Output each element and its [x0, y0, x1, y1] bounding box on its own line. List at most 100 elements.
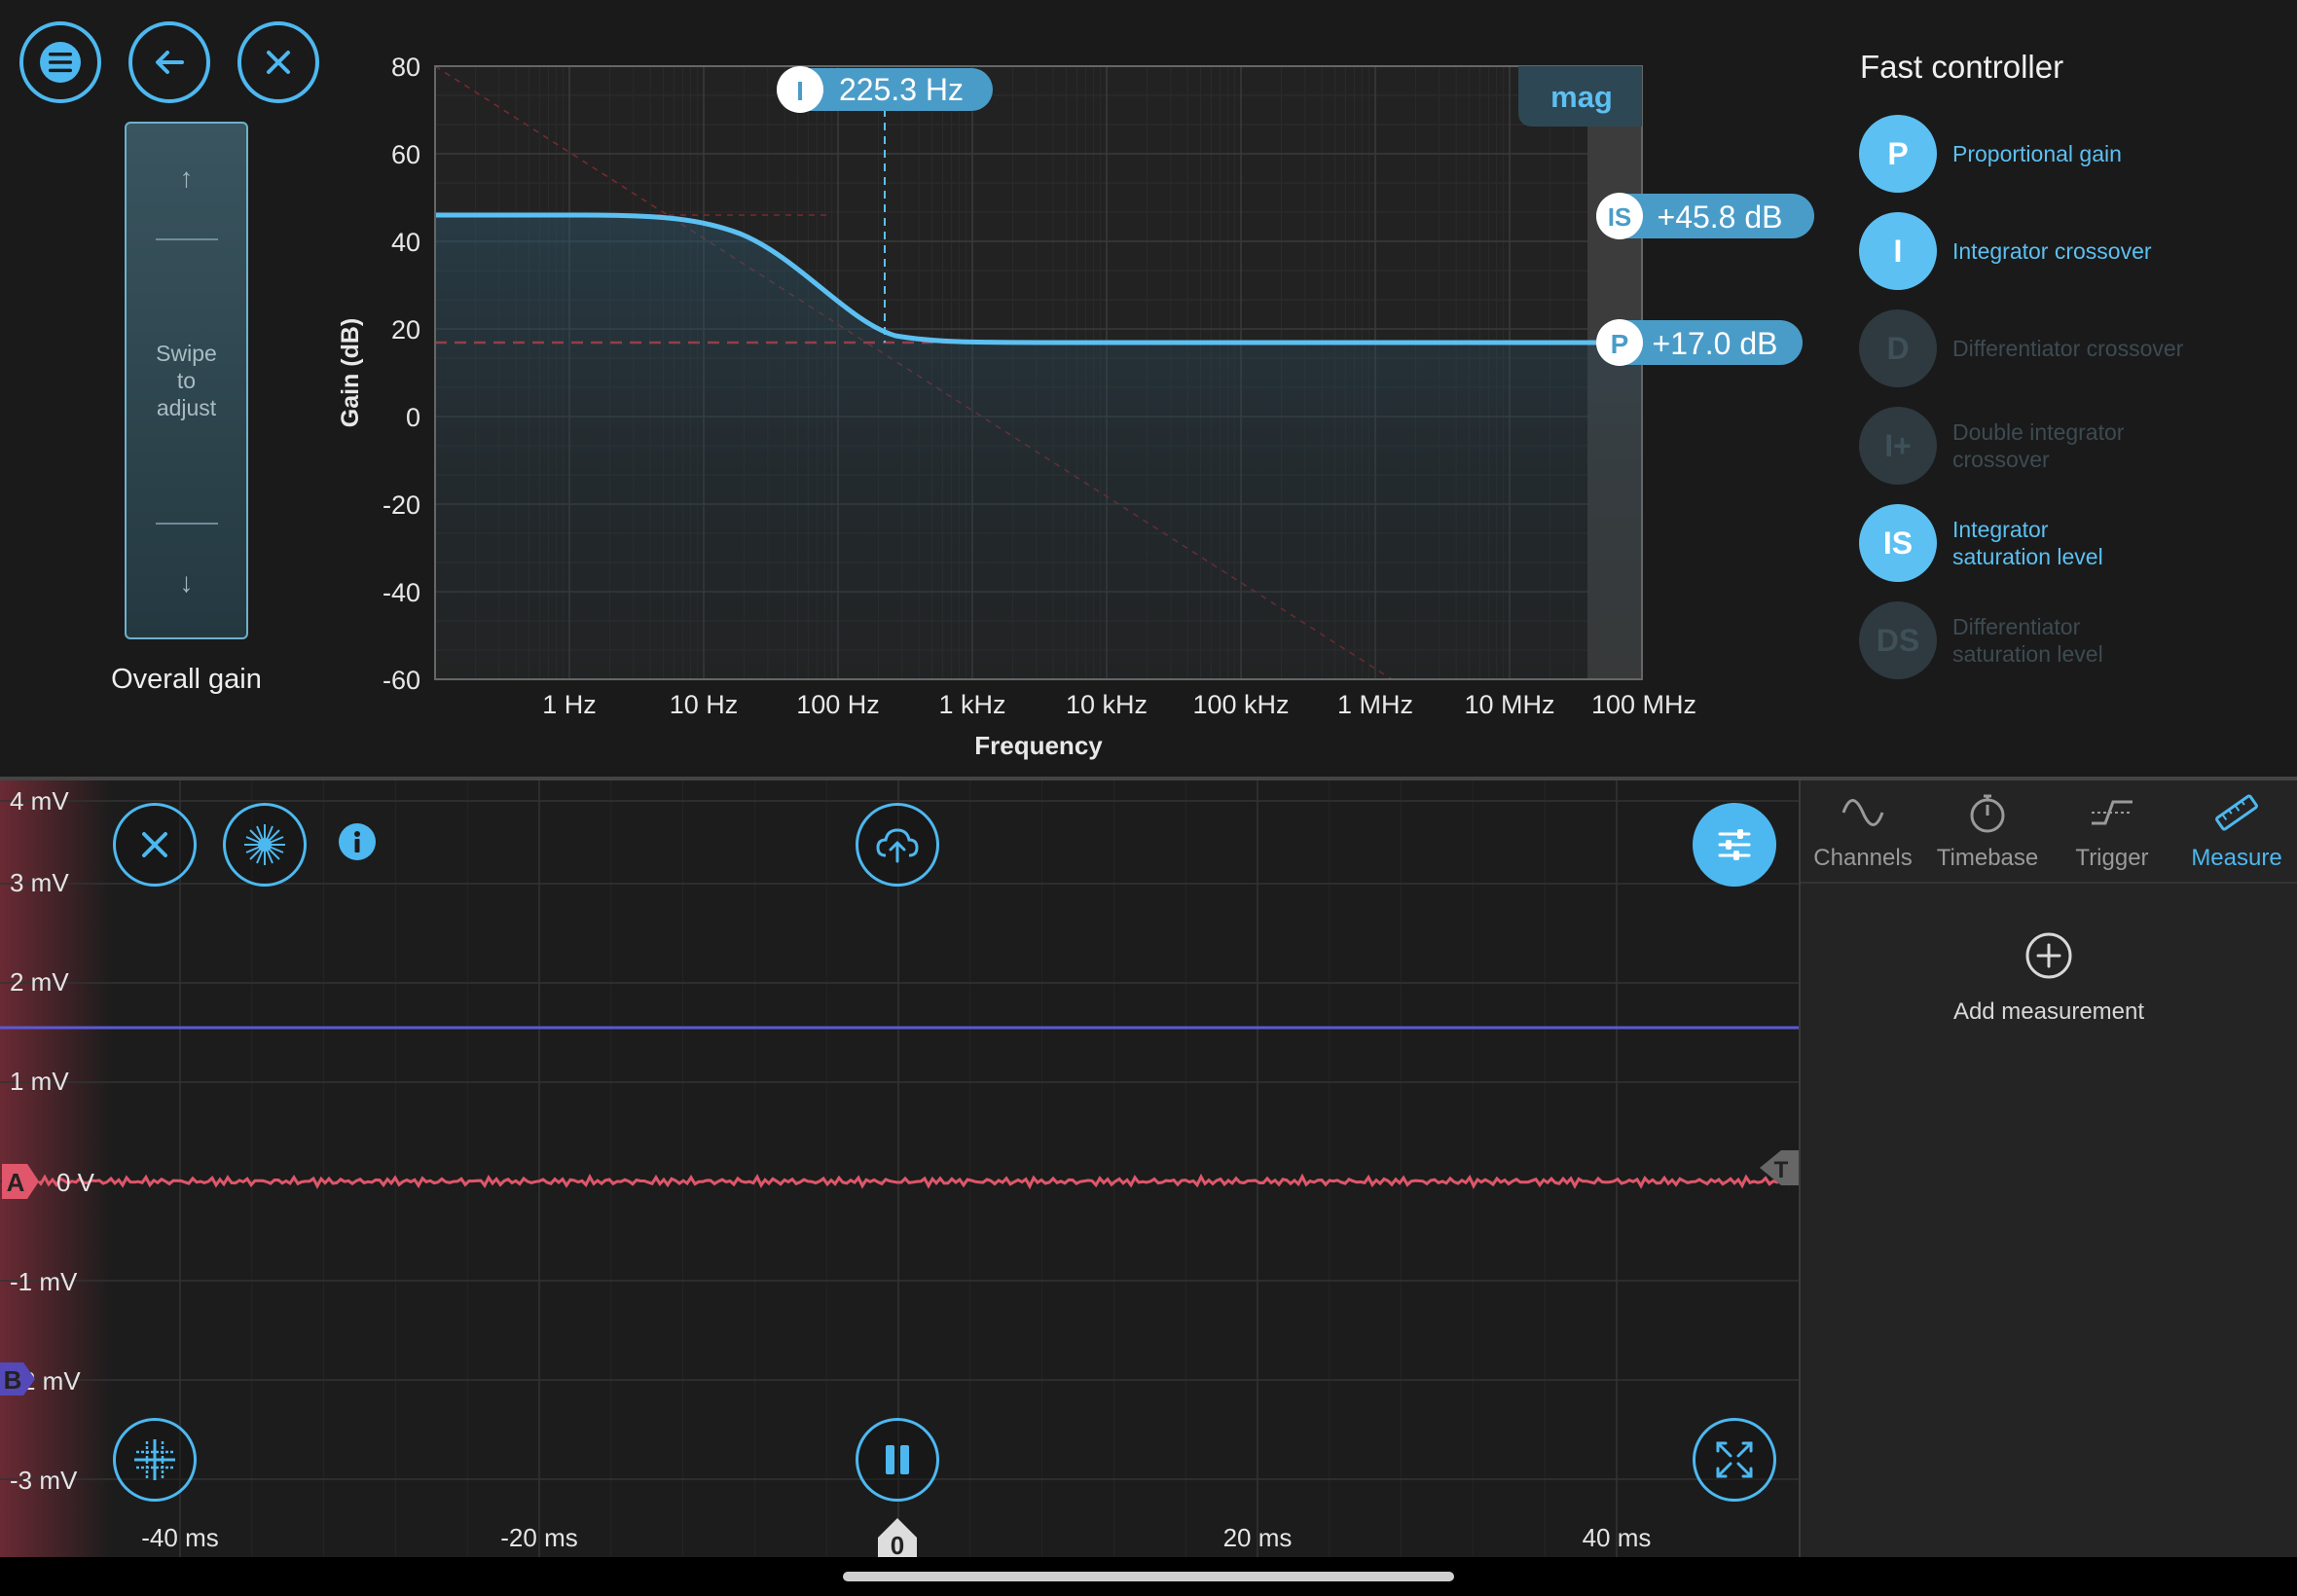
saturation-marker-symbol: IS [1608, 202, 1632, 232]
settings-sliders-button[interactable] [1693, 803, 1776, 887]
grid-button[interactable] [113, 1418, 197, 1502]
close-icon [142, 832, 167, 857]
controller-item-i-plus[interactable]: I+ Double integrator crossover [1859, 407, 2244, 485]
controller-symbol: P [1859, 115, 1937, 193]
controller-item-d[interactable]: D Differentiator crossover [1859, 309, 2244, 387]
scope-x-tick-label: -40 ms [141, 1523, 218, 1552]
time-zero-marker[interactable]: 0 [878, 1518, 917, 1557]
y-tick-label: -60 [383, 666, 420, 695]
time-zero-label: 0 [891, 1531, 904, 1557]
x-tick-label: 10 MHz [1464, 690, 1554, 719]
y-tick-label: -20 [383, 490, 420, 520]
fast-controller-title: Fast controller [1860, 49, 2064, 85]
controller-item-i[interactable]: I Integrator crossover [1859, 212, 2244, 290]
add-measurement-label: Add measurement [1952, 998, 2145, 1025]
info-button[interactable] [339, 823, 376, 860]
up-arrow-icon: ↑ [179, 163, 194, 193]
proportional-marker-symbol: P [1611, 329, 1629, 359]
tab-measure[interactable]: Measure [2174, 780, 2297, 882]
controller-symbol: I [1859, 212, 1937, 290]
tab-label: Trigger [2075, 845, 2149, 871]
pause-button[interactable] [856, 1418, 939, 1502]
x-axis-ticks: 1 Hz 10 Hz 100 Hz 1 kHz 10 kHz 100 kHz 1 MHz 10… [542, 690, 1696, 719]
info-icon [354, 831, 360, 852]
scope-side-panel: Channels Timebase Trigger Measure Add measu… [1799, 780, 2297, 1557]
tab-trigger[interactable]: Trigger [2050, 780, 2174, 882]
scope-y-tick-label: -1 mV [10, 1267, 78, 1296]
x-tick-label: 1 MHz [1337, 690, 1413, 719]
sliders-icon [1718, 829, 1751, 860]
scope-y-tick-label: 2 mV [10, 967, 69, 997]
saturation-marker-value: +45.8 dB [1658, 200, 1783, 235]
persistence-burst-icon [244, 824, 285, 865]
menu-icon [40, 42, 81, 83]
controller-item-ds[interactable]: DS Differentiator saturation level [1859, 601, 2244, 679]
tab-label: Measure [2191, 845, 2282, 871]
controller-symbol: D [1859, 309, 1937, 387]
overall-gain-label: Overall gain [111, 664, 262, 695]
x-tick-label: 1 kHz [938, 690, 1005, 719]
mag-tab-label: mag [1550, 80, 1613, 114]
x-tick-label: 100 kHz [1192, 690, 1289, 719]
x-tick-label: 1 Hz [542, 690, 597, 719]
tab-label: Channels [1813, 845, 1913, 871]
saturation-marker[interactable]: IS +45.8 dB [1596, 193, 1814, 239]
channel-b-label: B [4, 1365, 22, 1395]
controller-label: Double integrator crossover [1952, 419, 2125, 472]
expand-arrows-icon [1716, 1441, 1753, 1478]
menu-button[interactable] [19, 21, 101, 103]
controller-symbol: DS [1859, 601, 1937, 679]
bode-plot[interactable]: 806040200-20-40-60 1 Hz 10 Hz 100 Hz 1 kHz 1… [321, 49, 1840, 774]
cloud-upload-icon [876, 828, 919, 863]
channel-a-marker[interactable]: A [2, 1164, 39, 1199]
controller-symbol: IS [1859, 504, 1937, 582]
home-indicator[interactable] [843, 1572, 1454, 1581]
back-button[interactable] [128, 21, 210, 103]
y-tick-label: 0 [406, 403, 420, 432]
pause-icon [886, 1445, 909, 1474]
tab-channels[interactable]: Channels [1801, 780, 1925, 882]
y-tick-label: 60 [391, 140, 420, 169]
controller-item-is[interactable]: IS Integrator saturation level [1859, 504, 2244, 582]
trigger-label: T [1774, 1157, 1789, 1183]
x-tick-label: 10 kHz [1066, 690, 1148, 719]
controller-label: Proportional gain [1952, 141, 2122, 166]
overall-gain-slider[interactable]: ↑ Swipe to adjust ↓ [125, 122, 248, 639]
tab-timebase[interactable]: Timebase [1925, 780, 2050, 882]
scope-x-tick-label: 40 ms [1583, 1523, 1652, 1552]
crossover-marker-value: 225.3 Hz [839, 72, 964, 107]
controller-label: Differentiator saturation level [1952, 614, 2103, 667]
controller-label: Differentiator crossover [1952, 336, 2184, 361]
down-arrow-icon: ↓ [179, 567, 194, 598]
crossover-marker-symbol: I [796, 76, 804, 106]
y-axis-label: Gain (dB) [337, 318, 364, 428]
controller-label: Integrator crossover [1952, 238, 2152, 264]
controller-item-p[interactable]: P Proportional gain [1859, 115, 2244, 193]
controller-label: Integrator saturation level [1952, 517, 2103, 569]
scope-close-button[interactable] [113, 803, 197, 887]
fullscreen-button[interactable] [1693, 1418, 1776, 1502]
y-tick-label: 40 [391, 228, 420, 257]
cloud-upload-button[interactable] [856, 803, 939, 887]
mag-tab[interactable]: mag [1518, 66, 1642, 127]
scope-y-tick-label: 3 mV [10, 868, 69, 897]
slider-rule-top [156, 238, 218, 240]
channel-a-label: A [7, 1168, 25, 1197]
y-tick-label: -40 [383, 578, 420, 607]
scope-y-tick-label: -3 mV [10, 1466, 78, 1495]
slider-hint: Swipe to adjust [156, 341, 217, 420]
persistence-button[interactable] [223, 803, 307, 887]
y-tick-label: 80 [391, 53, 420, 82]
channel-a-trace [37, 1173, 1798, 1190]
slider-rule-bottom [156, 523, 218, 525]
y-tick-label: 20 [391, 315, 420, 345]
close-icon [267, 51, 290, 74]
crossover-marker[interactable]: I 225.3 Hz [777, 66, 993, 113]
oscilloscope-view[interactable]: 4 mV 3 mV 2 mV 1 mV 0 V -1 mV 2 mV -3 mV -40 ms… [0, 780, 1799, 1557]
proportional-marker[interactable]: P +17.0 dB [1596, 319, 1803, 366]
tab-separator [1801, 882, 2297, 884]
scope-x-tick-label: -20 ms [500, 1523, 577, 1552]
grid-crosshair-icon [134, 1439, 175, 1480]
close-button[interactable] [237, 21, 319, 103]
add-measurement-button[interactable]: Add measurement [1801, 931, 2297, 1026]
